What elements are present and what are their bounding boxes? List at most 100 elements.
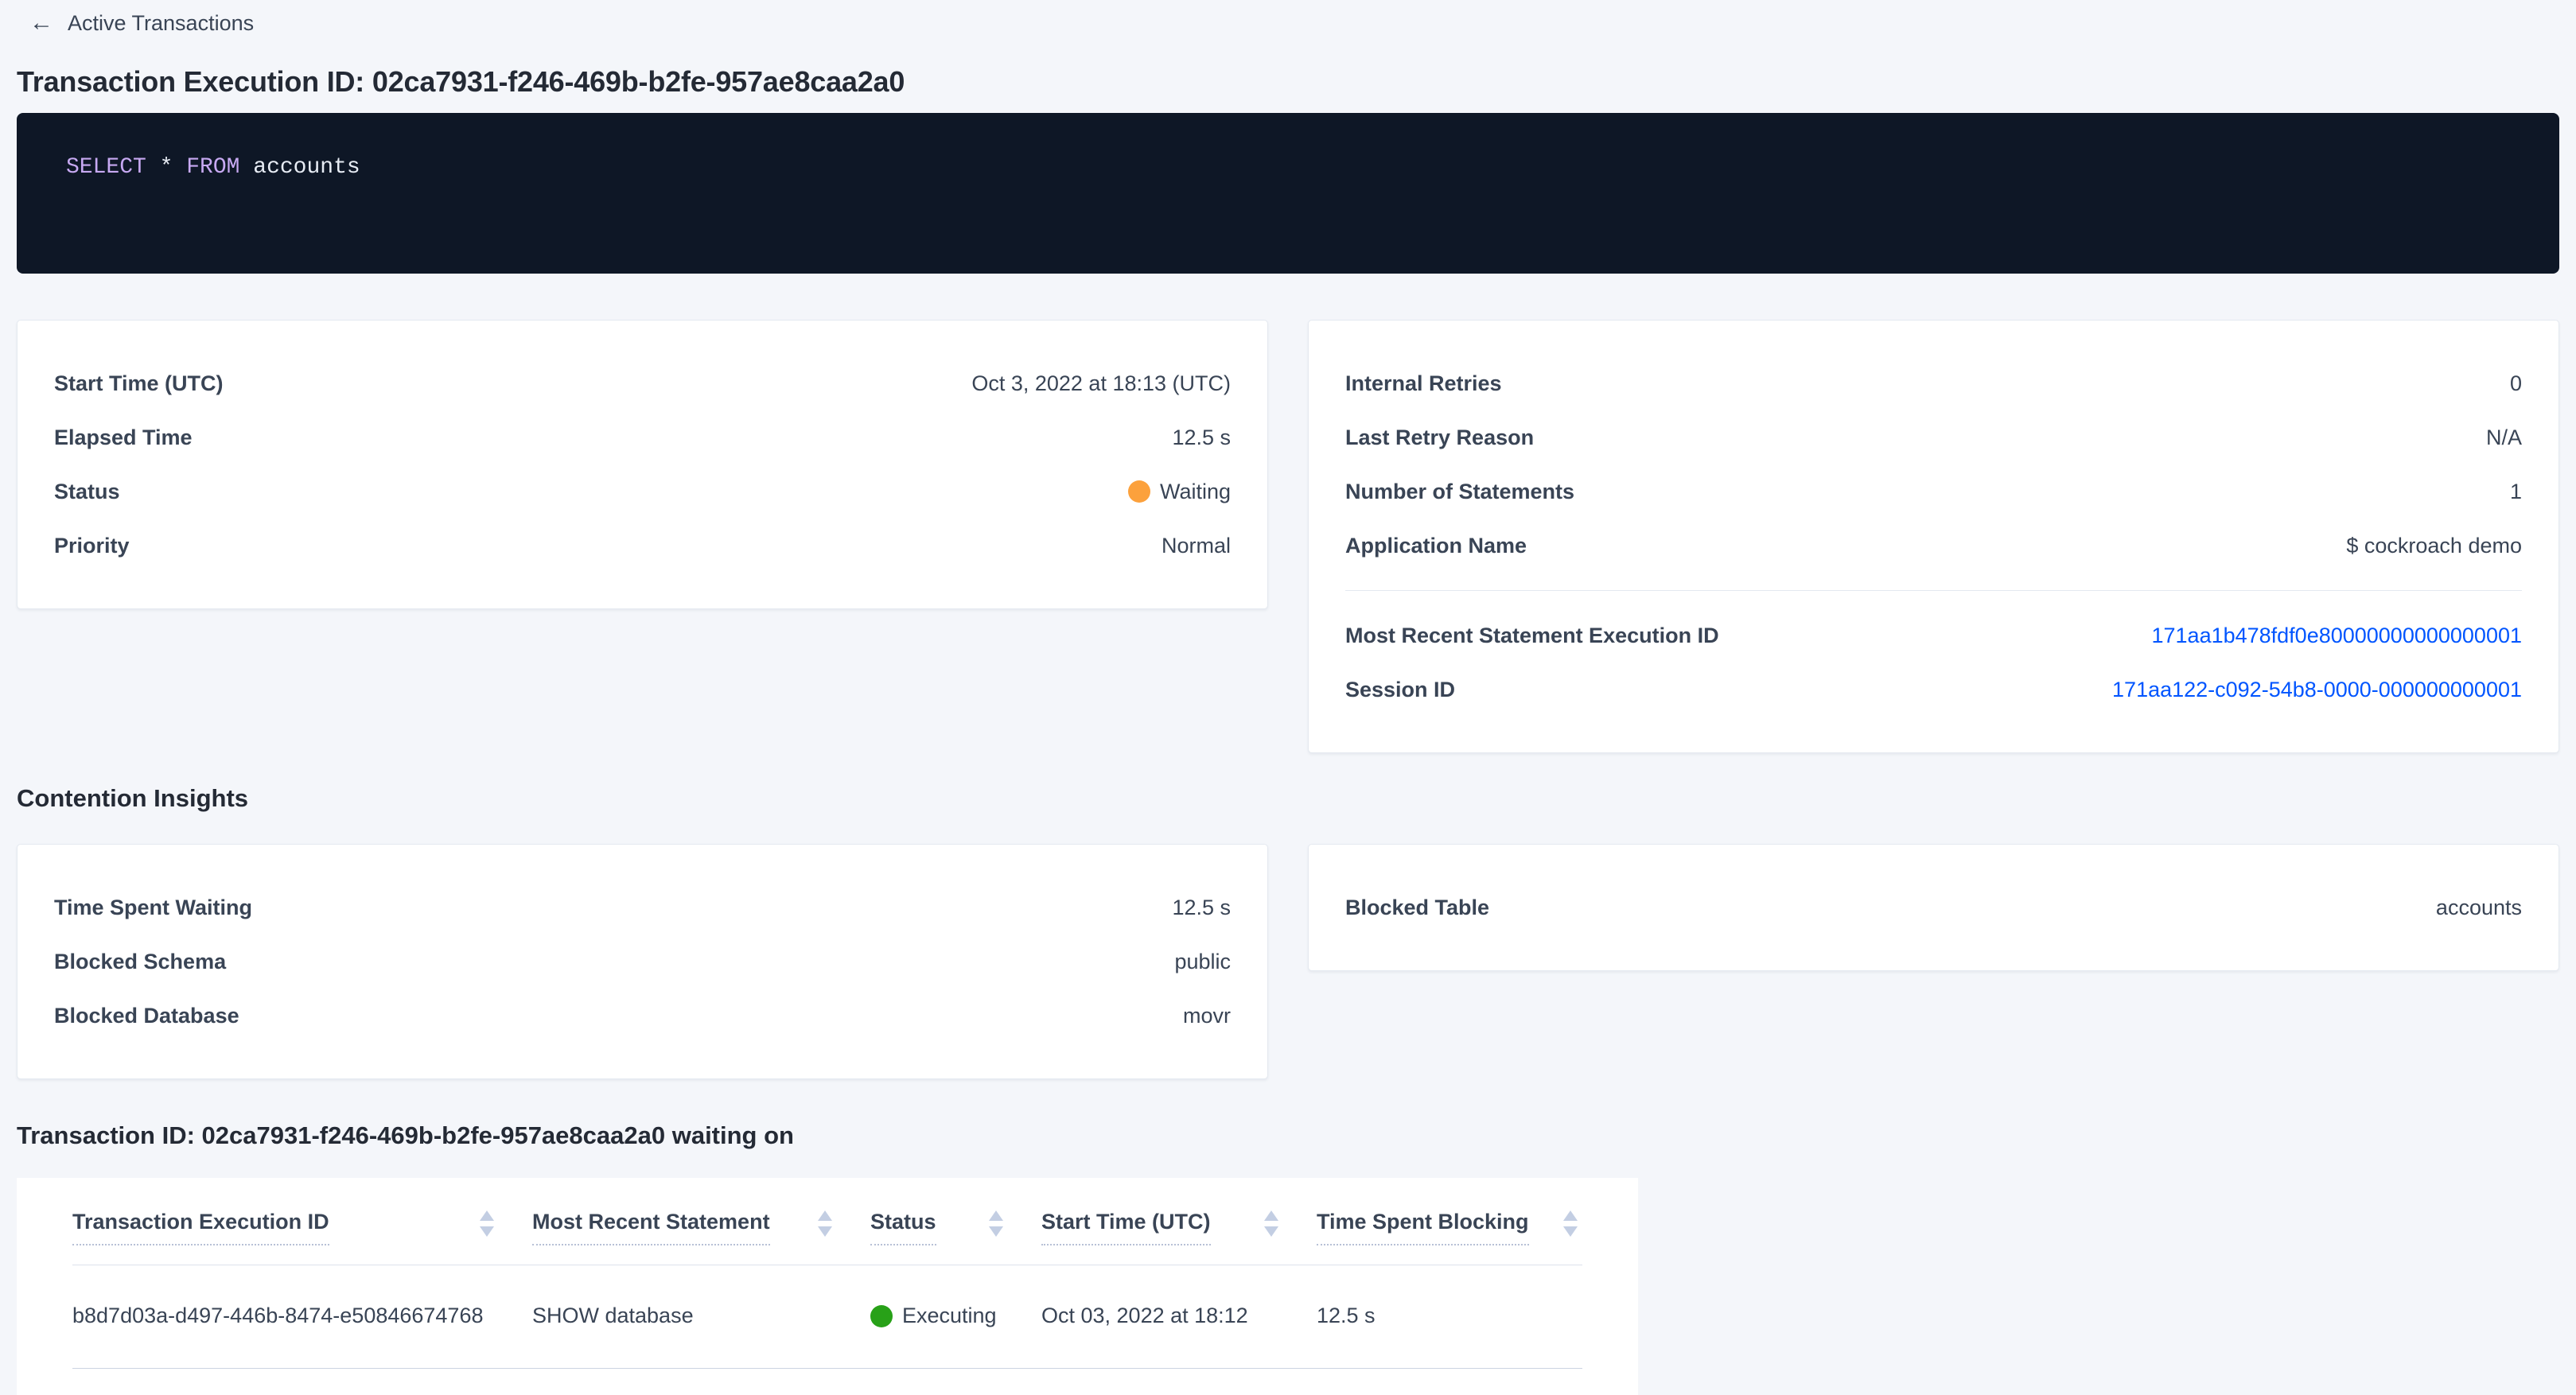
sort-asc-icon bbox=[818, 1210, 832, 1221]
sql-statement-box: SELECT * FROM accounts bbox=[17, 113, 2559, 274]
summary-row-status: Status Waiting bbox=[54, 464, 1231, 519]
start-time-label: Start Time (UTC) bbox=[54, 371, 224, 396]
blocked-schema-value: public bbox=[1174, 950, 1231, 974]
table-row: b8d7d03a-d497-446b-8474-e50846674768 SHO… bbox=[72, 1265, 1582, 1369]
blocked-database-value: movr bbox=[1183, 1004, 1231, 1028]
status-text: Executing bbox=[902, 1304, 997, 1328]
number-of-statements-value: 1 bbox=[2510, 480, 2522, 504]
waiting-on-table-card: Transaction Execution ID Most Recent Sta… bbox=[17, 1178, 1638, 1395]
contention-row-time-spent-waiting: Time Spent Waiting 12.5 s bbox=[54, 880, 1231, 935]
cell-most-recent-statement: SHOW database bbox=[532, 1265, 870, 1369]
blocked-database-label: Blocked Database bbox=[54, 1004, 239, 1028]
sql-text: accounts bbox=[239, 155, 360, 180]
summary-row-priority: Priority Normal bbox=[54, 519, 1231, 573]
column-label: Transaction Execution ID bbox=[72, 1210, 329, 1245]
sort-desc-icon bbox=[989, 1226, 1003, 1237]
summary-row-last-retry-reason: Last Retry Reason N/A bbox=[1345, 410, 2522, 464]
blocked-table-label: Blocked Table bbox=[1345, 896, 1489, 920]
status-label: Status bbox=[54, 480, 120, 504]
sort-arrows-icon[interactable] bbox=[818, 1210, 832, 1237]
transaction-details-page: ← Active Transactions Transaction Execut… bbox=[0, 0, 2576, 1395]
sort-asc-icon bbox=[989, 1210, 1003, 1221]
contention-insights-heading: Contention Insights bbox=[17, 782, 2559, 815]
back-arrow-icon: ← bbox=[29, 11, 53, 35]
summary-row-application-name: Application Name $ cockroach demo bbox=[1345, 519, 2522, 573]
sort-desc-icon bbox=[818, 1226, 832, 1237]
status-executing-dot-icon bbox=[870, 1305, 893, 1327]
contention-right-card: Blocked Table accounts bbox=[1308, 844, 2559, 971]
sort-arrows-icon[interactable] bbox=[1563, 1210, 1578, 1237]
most-recent-statement-execution-id-label: Most Recent Statement Execution ID bbox=[1345, 624, 1719, 648]
card-divider bbox=[1345, 590, 2522, 591]
internal-retries-value: 0 bbox=[2510, 371, 2522, 396]
blocked-table-value: accounts bbox=[2436, 896, 2522, 920]
column-header-status[interactable]: Status bbox=[870, 1178, 1041, 1265]
last-retry-reason-label: Last Retry Reason bbox=[1345, 425, 1534, 450]
sort-arrows-icon[interactable] bbox=[989, 1210, 1003, 1237]
summary-row-number-of-statements: Number of Statements 1 bbox=[1345, 464, 2522, 519]
priority-value: Normal bbox=[1162, 534, 1231, 558]
cell-transaction-execution-id: b8d7d03a-d497-446b-8474-e50846674768 bbox=[72, 1265, 532, 1369]
sort-asc-icon bbox=[480, 1210, 494, 1221]
column-header-time-spent-blocking[interactable]: Time Spent Blocking bbox=[1317, 1178, 1582, 1265]
back-to-active-transactions-link[interactable]: ← Active Transactions bbox=[29, 11, 254, 36]
number-of-statements-label: Number of Statements bbox=[1345, 480, 1574, 504]
column-label: Start Time (UTC) bbox=[1041, 1210, 1211, 1245]
status-value: Waiting bbox=[1128, 480, 1231, 504]
elapsed-time-label: Elapsed Time bbox=[54, 425, 193, 450]
summary-row-most-recent-statement-execution-id: Most Recent Statement Execution ID 171aa… bbox=[1345, 608, 2522, 663]
transaction-meta-card: Internal Retries 0 Last Retry Reason N/A… bbox=[1308, 320, 2559, 753]
column-header-start-time[interactable]: Start Time (UTC) bbox=[1041, 1178, 1317, 1265]
contention-row-blocked-database: Blocked Database movr bbox=[54, 989, 1231, 1043]
most-recent-statement-execution-id-link[interactable]: 171aa1b478fdf0e80000000000000001 bbox=[2152, 624, 2523, 647]
column-header-most-recent-statement[interactable]: Most Recent Statement bbox=[532, 1178, 870, 1265]
last-retry-reason-value: N/A bbox=[2486, 425, 2522, 450]
column-label: Time Spent Blocking bbox=[1317, 1210, 1529, 1245]
table-header-row: Transaction Execution ID Most Recent Sta… bbox=[72, 1178, 1582, 1265]
summary-row-internal-retries: Internal Retries 0 bbox=[1345, 356, 2522, 410]
priority-label: Priority bbox=[54, 534, 130, 558]
internal-retries-label: Internal Retries bbox=[1345, 371, 1502, 396]
status-waiting-dot-icon bbox=[1128, 480, 1150, 503]
page-title: Transaction Execution ID: 02ca7931-f246-… bbox=[17, 64, 2559, 100]
summary-row-session-id: Session ID 171aa122-c092-54b8-0000-00000… bbox=[1345, 663, 2522, 717]
sort-arrows-icon[interactable] bbox=[480, 1210, 494, 1237]
cell-status: Executing bbox=[870, 1265, 1041, 1369]
sql-keyword: SELECT bbox=[66, 155, 146, 180]
start-time-value: Oct 3, 2022 at 18:13 (UTC) bbox=[971, 371, 1231, 396]
time-spent-waiting-label: Time Spent Waiting bbox=[54, 896, 252, 920]
elapsed-time-value: 12.5 s bbox=[1172, 425, 1231, 450]
contention-cards-row: Time Spent Waiting 12.5 s Blocked Schema… bbox=[17, 844, 2559, 1079]
blocked-schema-label: Blocked Schema bbox=[54, 950, 226, 974]
waiting-on-table: Transaction Execution ID Most Recent Sta… bbox=[72, 1178, 1582, 1369]
sort-asc-icon bbox=[1563, 1210, 1578, 1221]
cell-start-time: Oct 03, 2022 at 18:12 bbox=[1041, 1265, 1317, 1369]
sort-desc-icon bbox=[1563, 1226, 1578, 1237]
sql-keyword: FROM bbox=[186, 155, 239, 180]
summary-row-start-time: Start Time (UTC) Oct 3, 2022 at 18:13 (U… bbox=[54, 356, 1231, 410]
waiting-on-heading: Transaction ID: 02ca7931-f246-469b-b2fe-… bbox=[17, 1119, 2559, 1152]
contention-row-blocked-schema: Blocked Schema public bbox=[54, 935, 1231, 989]
cell-time-spent-blocking: 12.5 s bbox=[1317, 1265, 1582, 1369]
sql-text: * bbox=[146, 155, 186, 180]
transaction-summary-card: Start Time (UTC) Oct 3, 2022 at 18:13 (U… bbox=[17, 320, 1268, 609]
column-label: Most Recent Statement bbox=[532, 1210, 770, 1245]
sort-arrows-icon[interactable] bbox=[1264, 1210, 1278, 1237]
time-spent-waiting-value: 12.5 s bbox=[1172, 896, 1231, 920]
back-link-label: Active Transactions bbox=[68, 11, 254, 36]
application-name-label: Application Name bbox=[1345, 534, 1527, 558]
column-header-transaction-execution-id[interactable]: Transaction Execution ID bbox=[72, 1178, 532, 1265]
session-id-link[interactable]: 171aa122-c092-54b8-0000-000000000001 bbox=[2112, 678, 2522, 701]
sort-asc-icon bbox=[1264, 1210, 1278, 1221]
column-label: Status bbox=[870, 1210, 936, 1245]
status-text: Waiting bbox=[1160, 480, 1231, 504]
contention-left-card: Time Spent Waiting 12.5 s Blocked Schema… bbox=[17, 844, 1268, 1079]
application-name-value: $ cockroach demo bbox=[2346, 534, 2522, 558]
summary-row-elapsed-time: Elapsed Time 12.5 s bbox=[54, 410, 1231, 464]
session-id-label: Session ID bbox=[1345, 678, 1455, 702]
sort-desc-icon bbox=[1264, 1226, 1278, 1237]
summary-cards-row: Start Time (UTC) Oct 3, 2022 at 18:13 (U… bbox=[17, 320, 2559, 753]
contention-row-blocked-table: Blocked Table accounts bbox=[1345, 880, 2522, 935]
sort-desc-icon bbox=[480, 1226, 494, 1237]
back-row: ← Active Transactions bbox=[17, 0, 2559, 37]
